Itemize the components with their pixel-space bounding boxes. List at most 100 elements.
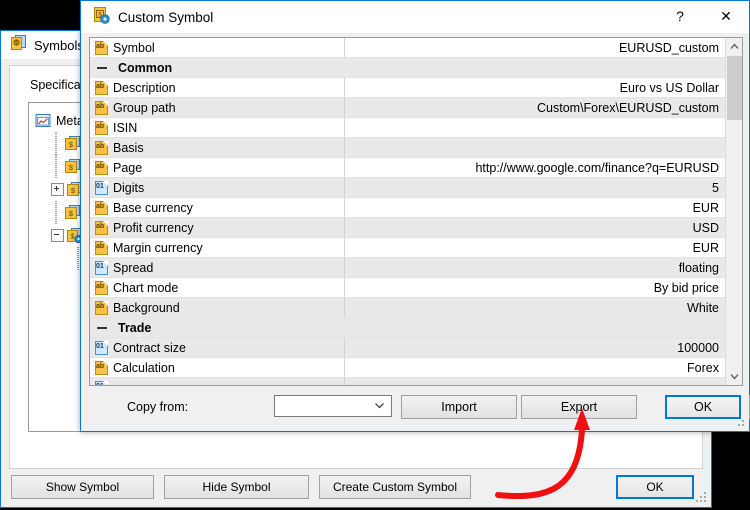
property-value-cell[interactable]: EUR bbox=[345, 198, 725, 217]
property-name-cell: abPage bbox=[90, 158, 345, 177]
symbols-window-ok-button[interactable]: OK bbox=[616, 475, 694, 499]
property-value-cell[interactable] bbox=[345, 378, 725, 385]
property-name-cell: abCalculation bbox=[90, 358, 345, 377]
property-row[interactable]: 01Spreadfloating bbox=[90, 258, 725, 278]
folder-symbols-icon: $ bbox=[65, 159, 81, 174]
property-name-label: Group path bbox=[113, 101, 176, 115]
property-row[interactable]: abDescriptionEuro vs US Dollar bbox=[90, 78, 725, 98]
dialog-resize-grip[interactable] bbox=[734, 416, 746, 428]
dialog-title: Custom Symbol bbox=[118, 10, 213, 25]
svg-text:$: $ bbox=[71, 234, 75, 241]
property-value-cell[interactable]: Custom\Forex\EURUSD_custom bbox=[345, 98, 725, 117]
collapse-minus-icon[interactable] bbox=[96, 321, 109, 334]
collapse-minus-icon[interactable] bbox=[96, 61, 109, 74]
property-name-cell: abBackground bbox=[90, 298, 345, 317]
property-name-label: Calculation bbox=[113, 361, 175, 375]
property-value-cell[interactable]: 100000 bbox=[345, 338, 725, 357]
property-value-cell[interactable] bbox=[345, 118, 725, 137]
property-group-header: Common bbox=[90, 58, 172, 77]
property-name-label: Description bbox=[113, 81, 176, 95]
properties-grid-viewport: ab Symbol EURUSD_custom Common ab Description… bbox=[90, 38, 725, 385]
property-group-label: Common bbox=[118, 61, 172, 75]
string-property-icon: ab bbox=[95, 241, 108, 255]
tree-connector bbox=[51, 155, 65, 178]
property-name-label: Spread bbox=[113, 261, 153, 275]
number-property-icon: 01 bbox=[95, 341, 108, 355]
close-icon[interactable]: ✕ bbox=[703, 1, 749, 31]
dialog-ok-button[interactable]: OK bbox=[665, 395, 741, 419]
tree-connector bbox=[51, 201, 65, 224]
property-row[interactable]: 01 Contract size 100000 bbox=[90, 338, 725, 358]
property-value-cell[interactable]: USD bbox=[345, 218, 725, 237]
property-row[interactable]: abCalculationForex bbox=[90, 358, 725, 378]
property-name-label: Contract size bbox=[113, 341, 186, 355]
property-value-cell[interactable]: floating bbox=[345, 258, 725, 277]
dialog-titlebar: $ Custom Symbol ? ✕ bbox=[81, 1, 749, 33]
tree-expand-icon[interactable] bbox=[51, 183, 64, 196]
property-name-label: Page bbox=[113, 161, 142, 175]
property-value-cell[interactable]: Euro vs US Dollar bbox=[345, 78, 725, 97]
property-row[interactable]: abBasis bbox=[90, 138, 725, 158]
property-row[interactable]: ab Group path Custom\Forex\EURUSD_custom bbox=[90, 98, 725, 118]
custom-symbol-dialog-icon: $ bbox=[92, 6, 110, 29]
property-group-row[interactable]: Trade bbox=[90, 318, 725, 338]
property-row[interactable]: 01 Digits 5 bbox=[90, 178, 725, 198]
property-value-cell[interactable] bbox=[345, 138, 725, 157]
property-value-cell[interactable]: White bbox=[345, 298, 725, 317]
property-row[interactable]: abBase currencyEUR bbox=[90, 198, 725, 218]
property-row[interactable]: abPagehttp://www.google.com/finance?q=EU… bbox=[90, 158, 725, 178]
create-custom-symbol-button[interactable]: Create Custom Symbol bbox=[319, 475, 471, 499]
property-row[interactable]: 01 bbox=[90, 378, 725, 385]
scroll-down-arrow-icon[interactable] bbox=[726, 368, 743, 385]
property-value-cell[interactable]: 5 bbox=[345, 178, 725, 197]
property-value-cell[interactable]: EURUSD_custom bbox=[345, 38, 725, 57]
property-name-cell: abChart mode bbox=[90, 278, 345, 297]
property-name-label: Profit currency bbox=[113, 221, 194, 235]
property-row[interactable]: abChart modeBy bid price bbox=[90, 278, 725, 298]
screenshot-root: $ Symbols Specification MetaTr$For$CFI$M… bbox=[0, 0, 750, 510]
tree-collapse-icon[interactable] bbox=[51, 229, 64, 242]
folder-symbols-icon: $ bbox=[65, 136, 81, 151]
string-property-icon: ab bbox=[95, 41, 108, 55]
property-group-header: Trade bbox=[90, 318, 151, 337]
property-name-label: Base currency bbox=[113, 201, 193, 215]
terminal-icon bbox=[35, 113, 51, 128]
property-value-cell[interactable]: http://www.google.com/finance?q=EURUSD bbox=[345, 158, 725, 177]
property-row[interactable]: abMargin currencyEUR bbox=[90, 238, 725, 258]
property-name-label: Digits bbox=[113, 181, 144, 195]
property-name-label: Symbol bbox=[113, 41, 155, 55]
number-property-icon: 01 bbox=[95, 181, 108, 195]
property-name-label: ISIN bbox=[113, 121, 137, 135]
copy-from-select[interactable] bbox=[274, 395, 392, 417]
resize-grip[interactable] bbox=[696, 492, 708, 504]
property-row[interactable]: ab ISIN bbox=[90, 118, 725, 138]
number-property-icon: 01 bbox=[95, 381, 108, 386]
properties-grid-scrollbar[interactable] bbox=[725, 38, 742, 385]
dialog-footer: Copy from: Import Export OK Cancel bbox=[81, 386, 749, 431]
copy-from-label: Copy from: bbox=[127, 400, 188, 414]
property-row[interactable]: ab Symbol EURUSD_custom bbox=[90, 38, 725, 58]
export-button[interactable]: Export bbox=[521, 395, 637, 419]
help-button[interactable]: ? bbox=[657, 1, 703, 31]
property-name-cell: ab ISIN bbox=[90, 118, 345, 137]
property-row[interactable]: abBackgroundWhite bbox=[90, 298, 725, 318]
scrollbar-thumb[interactable] bbox=[727, 56, 742, 120]
property-value-cell[interactable]: Forex bbox=[345, 358, 725, 377]
string-property-icon: ab bbox=[95, 221, 108, 235]
property-name-cell: abBase currency bbox=[90, 198, 345, 217]
property-value-cell[interactable]: By bid price bbox=[345, 278, 725, 297]
property-name-cell: 01 bbox=[90, 378, 345, 385]
folder-symbols-icon: $ bbox=[65, 205, 81, 220]
property-name-cell: 01 Digits bbox=[90, 178, 345, 197]
scroll-up-arrow-icon[interactable] bbox=[726, 38, 743, 55]
property-value-cell[interactable]: EUR bbox=[345, 238, 725, 257]
string-property-icon: ab bbox=[95, 121, 108, 135]
property-name-cell: 01 Contract size bbox=[90, 338, 345, 357]
show-symbol-button[interactable]: Show Symbol bbox=[11, 475, 154, 499]
string-property-icon: ab bbox=[95, 101, 108, 115]
import-button[interactable]: Import bbox=[401, 395, 517, 419]
hide-symbol-button[interactable]: Hide Symbol bbox=[164, 475, 309, 499]
properties-grid[interactable]: ab Symbol EURUSD_custom Common ab Description… bbox=[89, 37, 743, 386]
property-row[interactable]: ab Profit currency USD bbox=[90, 218, 725, 238]
property-group-row[interactable]: Common bbox=[90, 58, 725, 78]
